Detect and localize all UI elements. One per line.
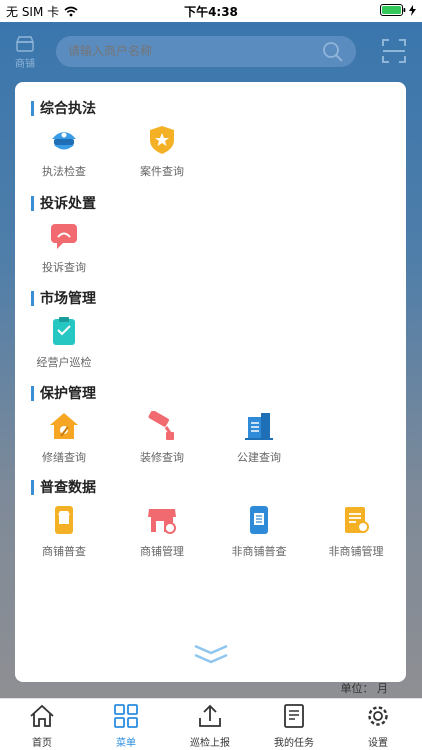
menu-item-non-shop-census[interactable]: 非商铺普查	[212, 505, 306, 559]
menu-item-public-building-query[interactable]: 公建查询	[212, 411, 306, 465]
section-title-market: 市场管理	[31, 289, 96, 307]
battery-icon	[380, 4, 406, 16]
house-repair-icon	[50, 413, 78, 439]
section-title-complaints: 投诉处置	[31, 194, 96, 212]
status-time: 下午4:38	[184, 5, 238, 19]
menu-item-case-query[interactable]: 案件查询	[115, 125, 209, 179]
badge-star-icon	[150, 126, 174, 154]
menu-item-shop-management[interactable]: 商铺管理	[115, 505, 209, 559]
tab-home[interactable]: 首页	[0, 704, 84, 749]
store-icon	[15, 36, 35, 52]
search-bar[interactable]	[56, 36, 356, 67]
paint-roller-icon	[148, 410, 174, 440]
unit-label: 单位： 月	[340, 682, 389, 695]
menu-item-shop-census[interactable]: 商铺普查	[17, 505, 111, 559]
menu-item-repair-query[interactable]: 修缮查询	[17, 411, 111, 465]
menu-item-vendor-inspection[interactable]: 经营户巡检	[17, 316, 111, 370]
search-input[interactable]	[68, 44, 308, 58]
section-title-protection: 保护管理	[31, 384, 96, 402]
grid-menu-icon	[114, 704, 138, 728]
complaint-bubble-icon	[51, 224, 77, 249]
upload-icon	[199, 704, 221, 727]
settings-gear-icon	[368, 706, 388, 726]
section-title-law-enforcement: 综合执法	[31, 99, 96, 117]
status-bar: 无 SIM 卡 下午4:38	[0, 0, 422, 22]
section-title-census: 普查数据	[31, 478, 96, 496]
phone-list-icon	[250, 506, 268, 534]
home-icon	[30, 704, 54, 727]
storefront-icon	[148, 509, 176, 534]
document-search-icon	[345, 507, 369, 533]
charging-icon	[409, 4, 416, 16]
tab-menu[interactable]: 菜单	[84, 704, 168, 749]
scan-icon[interactable]	[382, 39, 406, 63]
tab-inspection-report[interactable]: 巡检上报	[168, 704, 252, 749]
menu-item-complaint-query[interactable]: 投诉查询	[17, 221, 111, 275]
tab-bar: 首页 菜单 巡检上报 我的任务 设置	[0, 698, 422, 750]
tab-my-tasks[interactable]: 我的任务	[252, 704, 336, 749]
tab-settings[interactable]: 设置	[336, 704, 420, 749]
task-list-icon	[284, 704, 304, 728]
search-icon[interactable]	[322, 41, 344, 63]
inspection-clipboard-icon	[53, 317, 75, 345]
police-cap-icon	[52, 132, 76, 150]
store-button[interactable]: 商铺	[12, 36, 38, 70]
public-building-icon	[245, 413, 273, 440]
menu-item-renovation-query[interactable]: 装修查询	[115, 410, 209, 465]
menu-card: 综合执法 执法检查 案件查询 投诉处置 投诉查询 市场管理 经营户巡检 保护管理…	[15, 82, 406, 682]
store-label: 商铺	[15, 59, 35, 70]
shop-phone-icon	[55, 506, 73, 534]
menu-item-law-inspection[interactable]: 执法检查	[17, 125, 111, 179]
chevron-down-icon[interactable]	[193, 644, 229, 666]
menu-item-non-shop-management[interactable]: 非商铺管理	[309, 505, 403, 559]
